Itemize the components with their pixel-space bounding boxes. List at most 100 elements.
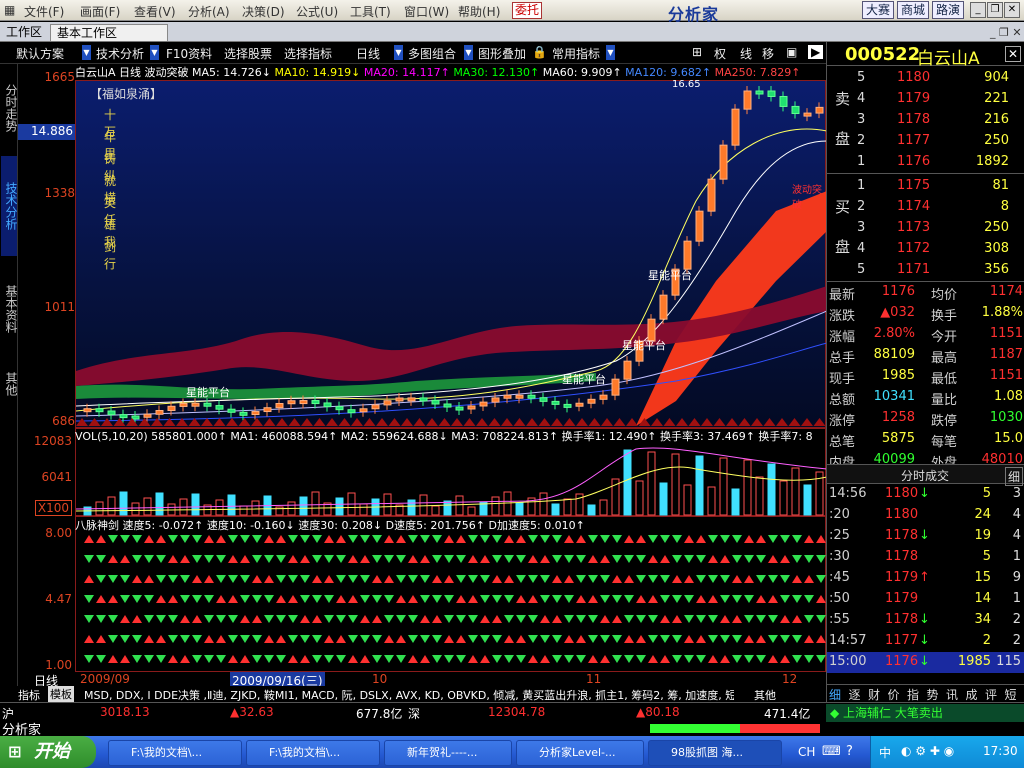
panel-tab[interactable]: 逐 <box>849 686 861 703</box>
panel-tab[interactable]: 讯 <box>946 686 958 703</box>
sell-row[interactable]: 5 1180 904 <box>827 68 1024 89</box>
trade-button[interactable]: 委托 <box>512 2 542 19</box>
volume-bar <box>359 503 368 516</box>
dropdown-arrow-icon[interactable]: ▼ <box>464 45 473 60</box>
toolbar-default-scheme[interactable]: 默认方案 <box>16 45 64 62</box>
indicator-list[interactable]: MSD, DDX, I DDE决策 ,Ⅱ迪, ZJKD, 鞍MI1, MACD,… <box>84 687 734 702</box>
signal-arrow-icon <box>636 555 646 563</box>
play-icon[interactable]: ▶ <box>808 45 824 59</box>
mall-button[interactable]: 商城 <box>897 1 929 19</box>
lock-icon[interactable]: 🔒 <box>532 45 547 59</box>
toolbar-f10[interactable]: F10资料 <box>166 45 212 62</box>
toolbar-common-indicators[interactable]: 常用指标 <box>552 45 600 62</box>
toolbar-overlay[interactable]: 图形叠加 <box>478 45 526 62</box>
menu-formula[interactable]: 公式(U) <box>296 3 338 20</box>
dropdown-arrow-icon[interactable]: ▼ <box>606 45 615 60</box>
menu-screen[interactable]: 画面(F) <box>80 3 120 20</box>
stat-label: 涨停 <box>829 414 856 429</box>
dropdown-arrow-icon[interactable]: ▼ <box>394 45 403 60</box>
help-icon[interactable]: ? <box>846 744 853 759</box>
indicator-tab[interactable]: 指标 <box>18 687 40 702</box>
menu-help[interactable]: 帮助(H) <box>458 3 500 20</box>
start-button[interactable]: ⊞ 开始 <box>0 736 96 768</box>
template-tab[interactable]: 模板 <box>48 686 74 702</box>
panel-tab[interactable]: 评 <box>985 686 997 703</box>
crosshair-icon[interactable]: ⊞ <box>692 45 702 59</box>
buy-row[interactable]: 3 1173 250 <box>827 218 1024 239</box>
minimize-icon[interactable]: _ <box>970 2 986 18</box>
panel-tab[interactable]: 成 <box>966 686 978 703</box>
menu-analysis[interactable]: 分析(A) <box>188 3 230 20</box>
buy-row[interactable]: 1 1175 81 <box>827 176 1024 197</box>
signal-arrow-icon <box>132 655 142 663</box>
other-tab[interactable]: 其他 <box>754 687 776 702</box>
buy-row[interactable]: 4 1172 308 <box>827 239 1024 260</box>
panel-tab[interactable]: 细 <box>829 686 841 703</box>
menu-window[interactable]: 窗口(W) <box>404 3 449 20</box>
stat-value: 1985 <box>881 368 915 383</box>
clock: 17:30 <box>983 744 1018 758</box>
vtab-other[interactable]: 其他 <box>1 364 18 404</box>
restore-icon[interactable]: ❐ <box>987 2 1003 18</box>
toolbar-tech-analysis[interactable]: 技术分析 <box>96 45 144 62</box>
toolbar-select-stock[interactable]: 选择股票 <box>224 45 272 62</box>
task-greeting[interactable]: 新年贺礼----... <box>384 740 512 766</box>
panel-tab[interactable]: 势 <box>927 686 939 703</box>
signal-arrow-icon <box>672 655 682 663</box>
toolbar-multi-chart[interactable]: 多图组合 <box>408 45 456 62</box>
window-icon[interactable]: ▣ <box>786 45 797 59</box>
app-icon[interactable]: ▦ <box>4 3 15 17</box>
close-panel-icon[interactable]: ✕ <box>1005 46 1021 62</box>
vtab-tech-analysis[interactable]: 技术分析 <box>1 156 18 256</box>
menu-tools[interactable]: 工具(T) <box>350 3 391 20</box>
sell-row[interactable]: 3 1178 216 <box>827 110 1024 131</box>
toolbar-line[interactable]: 线 <box>740 45 752 62</box>
candle-body <box>791 105 800 115</box>
toolbar-move[interactable]: 移 <box>762 45 774 62</box>
signal-arrow-icon <box>228 555 238 563</box>
signal-arrow-icon <box>360 615 370 623</box>
menu-view[interactable]: 查看(V) <box>134 3 176 20</box>
task-screenshot[interactable]: 98股抓图 海... <box>648 740 782 766</box>
sell-row[interactable]: 2 1177 250 <box>827 131 1024 152</box>
menu-file[interactable]: 文件(F) <box>24 3 64 20</box>
signal-arrow-icon <box>204 655 214 663</box>
panel-tab[interactable]: 财 <box>868 686 880 703</box>
panel-tab[interactable]: 短 <box>1005 686 1017 703</box>
ime-label[interactable]: CH <box>798 745 815 759</box>
tab-basic-workspace[interactable]: 基本工作区 <box>50 24 168 41</box>
candlestick-chart[interactable]: 星能平台 星能平台 星能平台 星能平台 16.65 波动突破 <box>75 79 828 428</box>
close-icon[interactable]: ✕ <box>1004 2 1020 18</box>
contest-button[interactable]: 大赛 <box>862 1 894 19</box>
keyboard-icon[interactable]: ⌨ <box>822 744 841 759</box>
toolbar-rights[interactable]: 权 <box>714 45 726 62</box>
indicator-chart[interactable] <box>75 516 826 672</box>
sell-row[interactable]: 4 1179 221 <box>827 89 1024 110</box>
task-folder-1[interactable]: F:\我的文档\... <box>108 740 242 766</box>
buy-row[interactable]: 5 1171 356 <box>827 260 1024 281</box>
roadshow-button[interactable]: 路演 <box>932 1 964 19</box>
toolbar-select-indicator[interactable]: 选择指标 <box>284 45 332 62</box>
signal-arrow-icon <box>192 555 202 563</box>
vtab-intraday[interactable]: 分时走势 <box>1 68 18 148</box>
system-tray: 中 ◐ ⚙ ✚ ◉ 17:30 <box>870 736 1024 768</box>
menu-decision[interactable]: 决策(D) <box>242 3 285 20</box>
signal-arrow-icon <box>780 635 790 643</box>
ime-chinese-label[interactable]: 中 <box>879 744 891 761</box>
task-analysis-app[interactable]: 分析家Level-... <box>516 740 644 766</box>
sell-row[interactable]: 1 1176 1892 <box>827 152 1024 173</box>
signal-arrow-icon <box>168 555 178 563</box>
toolbar-period[interactable]: 日线 <box>356 45 380 62</box>
volume-bar <box>407 499 416 516</box>
panel-tab[interactable]: 指 <box>907 686 919 703</box>
dropdown-arrow-icon[interactable]: ▼ <box>82 45 91 60</box>
vtab-basic-info[interactable]: 基本资料 <box>1 264 18 354</box>
tab-window-controls-icon[interactable]: _ ❐ ✕ <box>990 26 1022 39</box>
dropdown-arrow-icon[interactable]: ▼ <box>150 45 159 60</box>
buy-row[interactable]: 2 1174 8 <box>827 197 1024 218</box>
tray-icons[interactable]: ◐ ⚙ ✚ ◉ <box>901 744 954 758</box>
signal-arrow-icon <box>516 615 526 623</box>
task-folder-2[interactable]: F:\我的文档\... <box>246 740 380 766</box>
signal-arrow-icon <box>492 635 502 643</box>
panel-tab[interactable]: 价 <box>888 686 900 703</box>
